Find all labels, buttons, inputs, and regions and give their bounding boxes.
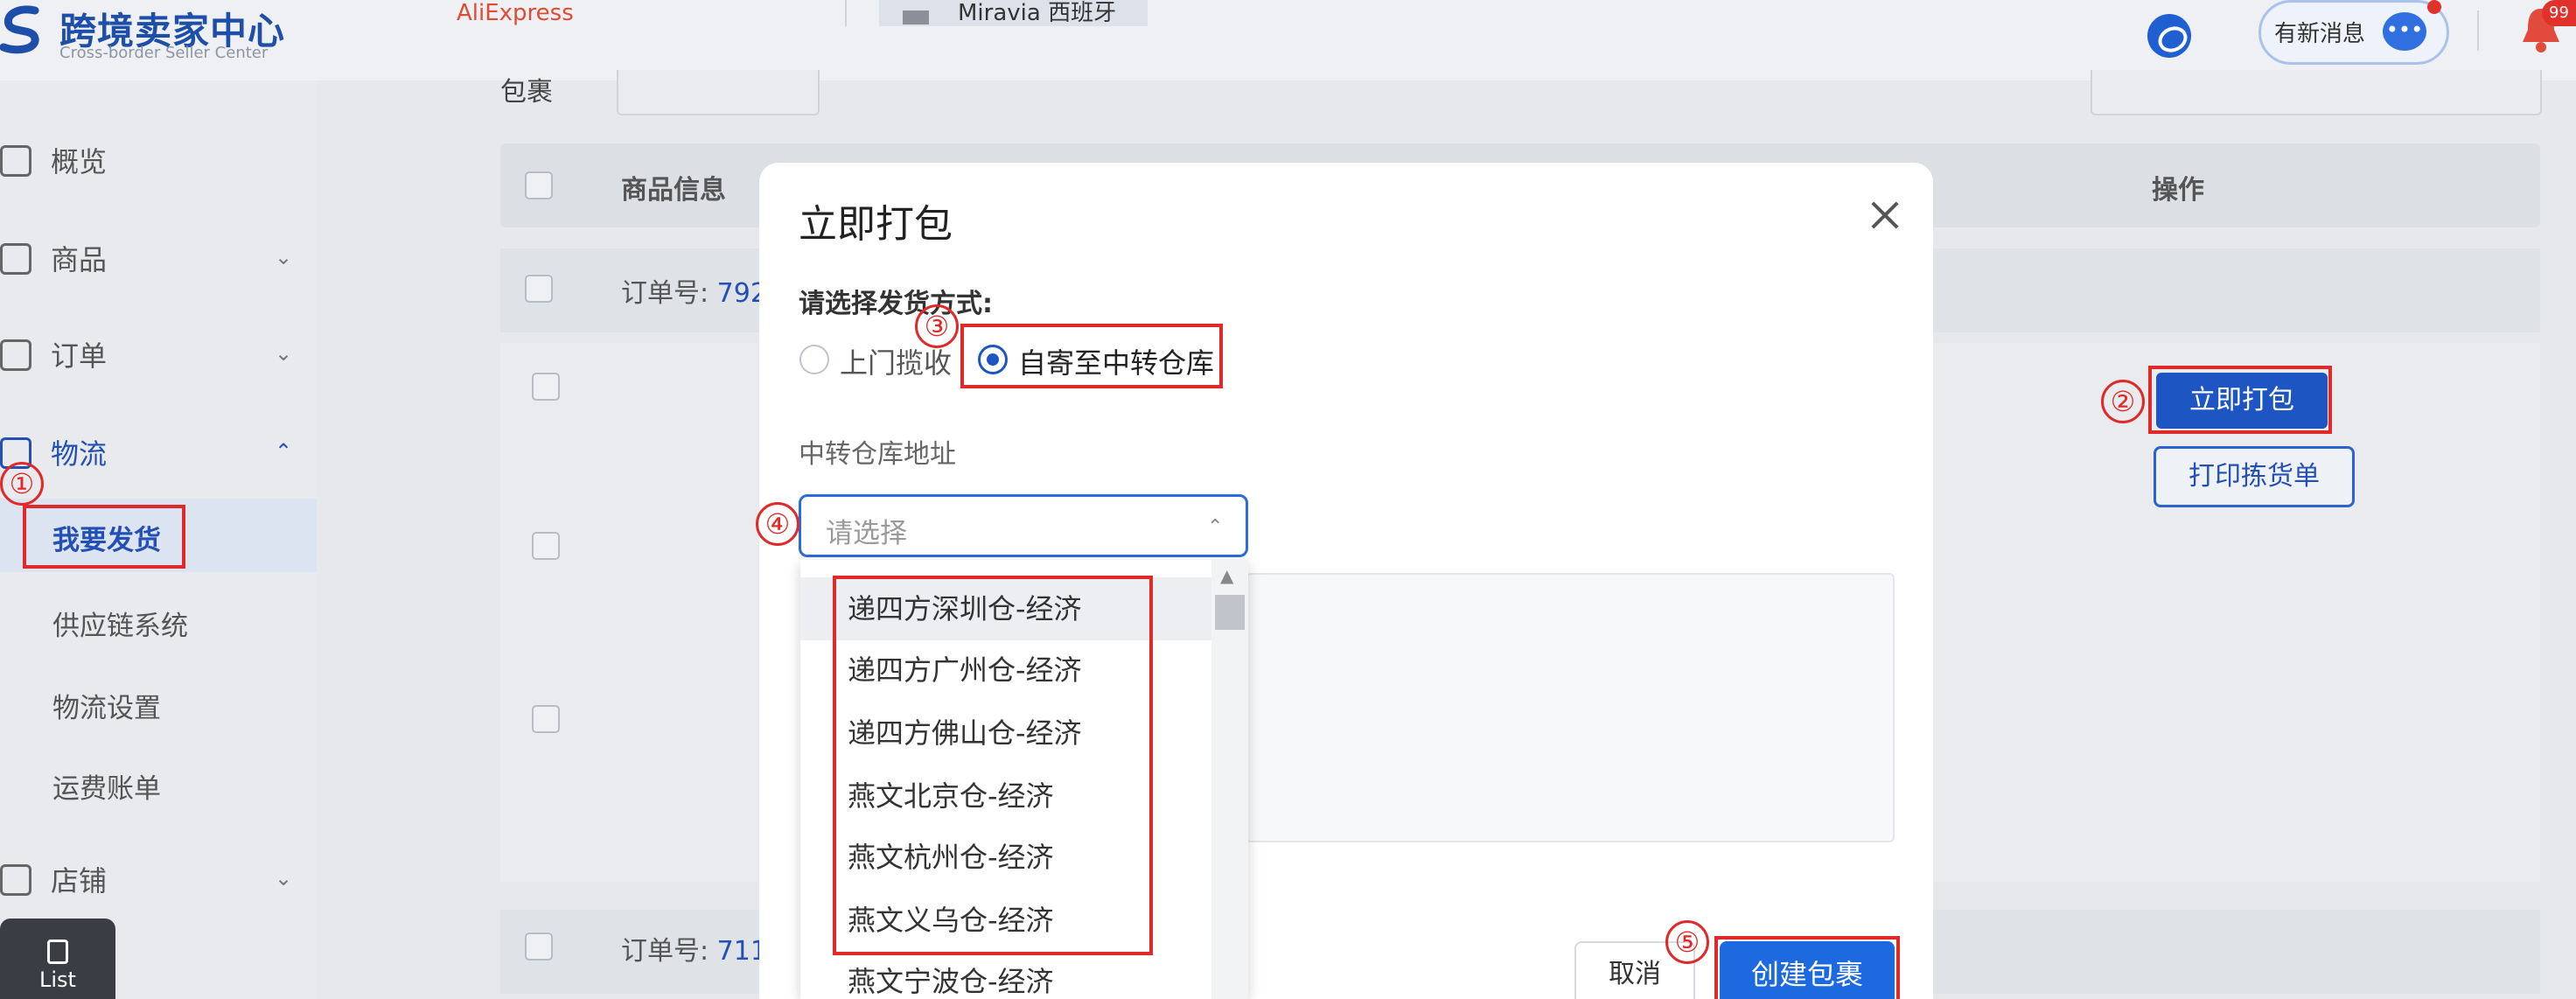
divider	[2477, 10, 2479, 51]
sidebar-item-overview[interactable]: 概览	[0, 124, 317, 194]
store-icon	[0, 864, 31, 896]
annotation-step-2: ②	[2101, 380, 2145, 423]
logo-icon	[0, 5, 39, 54]
sidebar-subitem-logistics-settings[interactable]: 物流设置	[0, 667, 317, 740]
radio-pickup[interactable]	[799, 345, 829, 374]
order-checkbox[interactable]	[525, 933, 553, 961]
sidebar-item-label: 物流设置	[52, 693, 161, 724]
chevron-down-icon: ⌄	[275, 245, 293, 269]
order-number-label: 订单号:	[621, 278, 709, 309]
item-checkbox[interactable]	[532, 532, 560, 560]
order-icon	[0, 339, 31, 371]
notification-badge: 99	[2542, 0, 2576, 26]
sidebar-item-label: 概览	[51, 145, 108, 178]
logo-subtitle: Cross-border Seller Center	[59, 44, 269, 62]
order-number-label: 订单号:	[621, 936, 709, 967]
chevron-up-icon: ⌃	[1207, 516, 1224, 538]
sidebar-item-label: 供应链系统	[52, 611, 188, 642]
list-button-label: List	[39, 968, 76, 992]
scroll-up-icon[interactable]: ▲	[1220, 565, 1233, 586]
chevron-up-icon: ⌃	[275, 439, 293, 464]
shipping-method-label: 请选择发货方式:	[799, 289, 993, 319]
annotation-box-create	[1714, 936, 1900, 999]
filter-label: 包裹	[500, 77, 553, 108]
sidebar-item-label: 商品	[51, 243, 108, 276]
scrollbar-thumb[interactable]	[1215, 595, 1245, 630]
sidebar-item-label: 店铺	[51, 864, 108, 898]
messages-label: 有新消息	[2274, 21, 2366, 47]
home-icon	[0, 145, 31, 177]
list-button[interactable]: List	[0, 919, 115, 999]
annotation-step-4: ④	[756, 502, 799, 546]
sidebar-item-logistics[interactable]: 物流 ⌃	[0, 416, 317, 486]
unread-dot	[2427, 0, 2441, 14]
annotation-step-1: ①	[0, 462, 44, 506]
annotation-box-pack-now	[2148, 366, 2332, 434]
globe-icon[interactable]	[2147, 14, 2191, 58]
dialog-title: 立即打包	[799, 202, 953, 247]
chevron-down-icon: ⌄	[275, 341, 293, 366]
item-checkbox[interactable]	[532, 705, 560, 733]
chevron-down-icon: ⌄	[275, 866, 293, 891]
sidebar-item-label: 物流	[51, 437, 108, 471]
annotation-step-5: ⑤	[1665, 920, 1709, 964]
warehouse-select-placeholder: 请选择	[826, 518, 907, 549]
order-number: 订单号: 792	[621, 271, 767, 310]
order-number: 订单号: 711	[621, 929, 767, 968]
sidebar-item-label: 运费账单	[52, 773, 161, 805]
warehouse-option[interactable]: 燕文宁波仓-经济	[800, 950, 1211, 999]
sidebar-item-products[interactable]: 商品 ⌄	[0, 222, 317, 292]
column-header-product-info: 商品信息	[621, 175, 726, 206]
sidebar-subitem-supply-chain[interactable]: 供应链系统	[0, 584, 317, 658]
sidebar-item-label: 订单	[51, 339, 108, 373]
sidebar-subitem-freight-bill[interactable]: 运费账单	[0, 747, 317, 821]
site-tab-aliexpress[interactable]: AliExpress	[457, 0, 574, 26]
annotation-box-warehouses	[833, 576, 1153, 955]
warehouse-address-label: 中转仓库地址	[799, 439, 956, 470]
flag-icon	[903, 10, 929, 24]
document-icon	[47, 940, 68, 964]
order-checkbox[interactable]	[525, 275, 553, 303]
remarks-textarea[interactable]	[1246, 573, 1895, 842]
print-pick-list-button[interactable]: 打印拣货单	[2154, 446, 2355, 507]
column-header-actions: 操作	[2152, 175, 2204, 206]
sidebar-item-store[interactable]: 店铺 ⌄	[0, 843, 317, 913]
annotation-step-3: ③	[915, 304, 959, 348]
select-all-checkbox[interactable]	[525, 171, 553, 199]
close-icon[interactable]	[1867, 198, 1902, 233]
filter-select[interactable]	[617, 70, 820, 115]
annotation-box-ship	[23, 505, 185, 569]
product-icon	[0, 243, 31, 275]
sidebar-item-orders[interactable]: 订单 ⌄	[0, 318, 317, 388]
divider	[845, 0, 847, 26]
chat-bubble-icon: •••	[2383, 12, 2426, 51]
item-checkbox[interactable]	[532, 373, 560, 401]
search-input[interactable]	[2091, 70, 2542, 115]
annotation-box-self-send	[960, 324, 1223, 388]
